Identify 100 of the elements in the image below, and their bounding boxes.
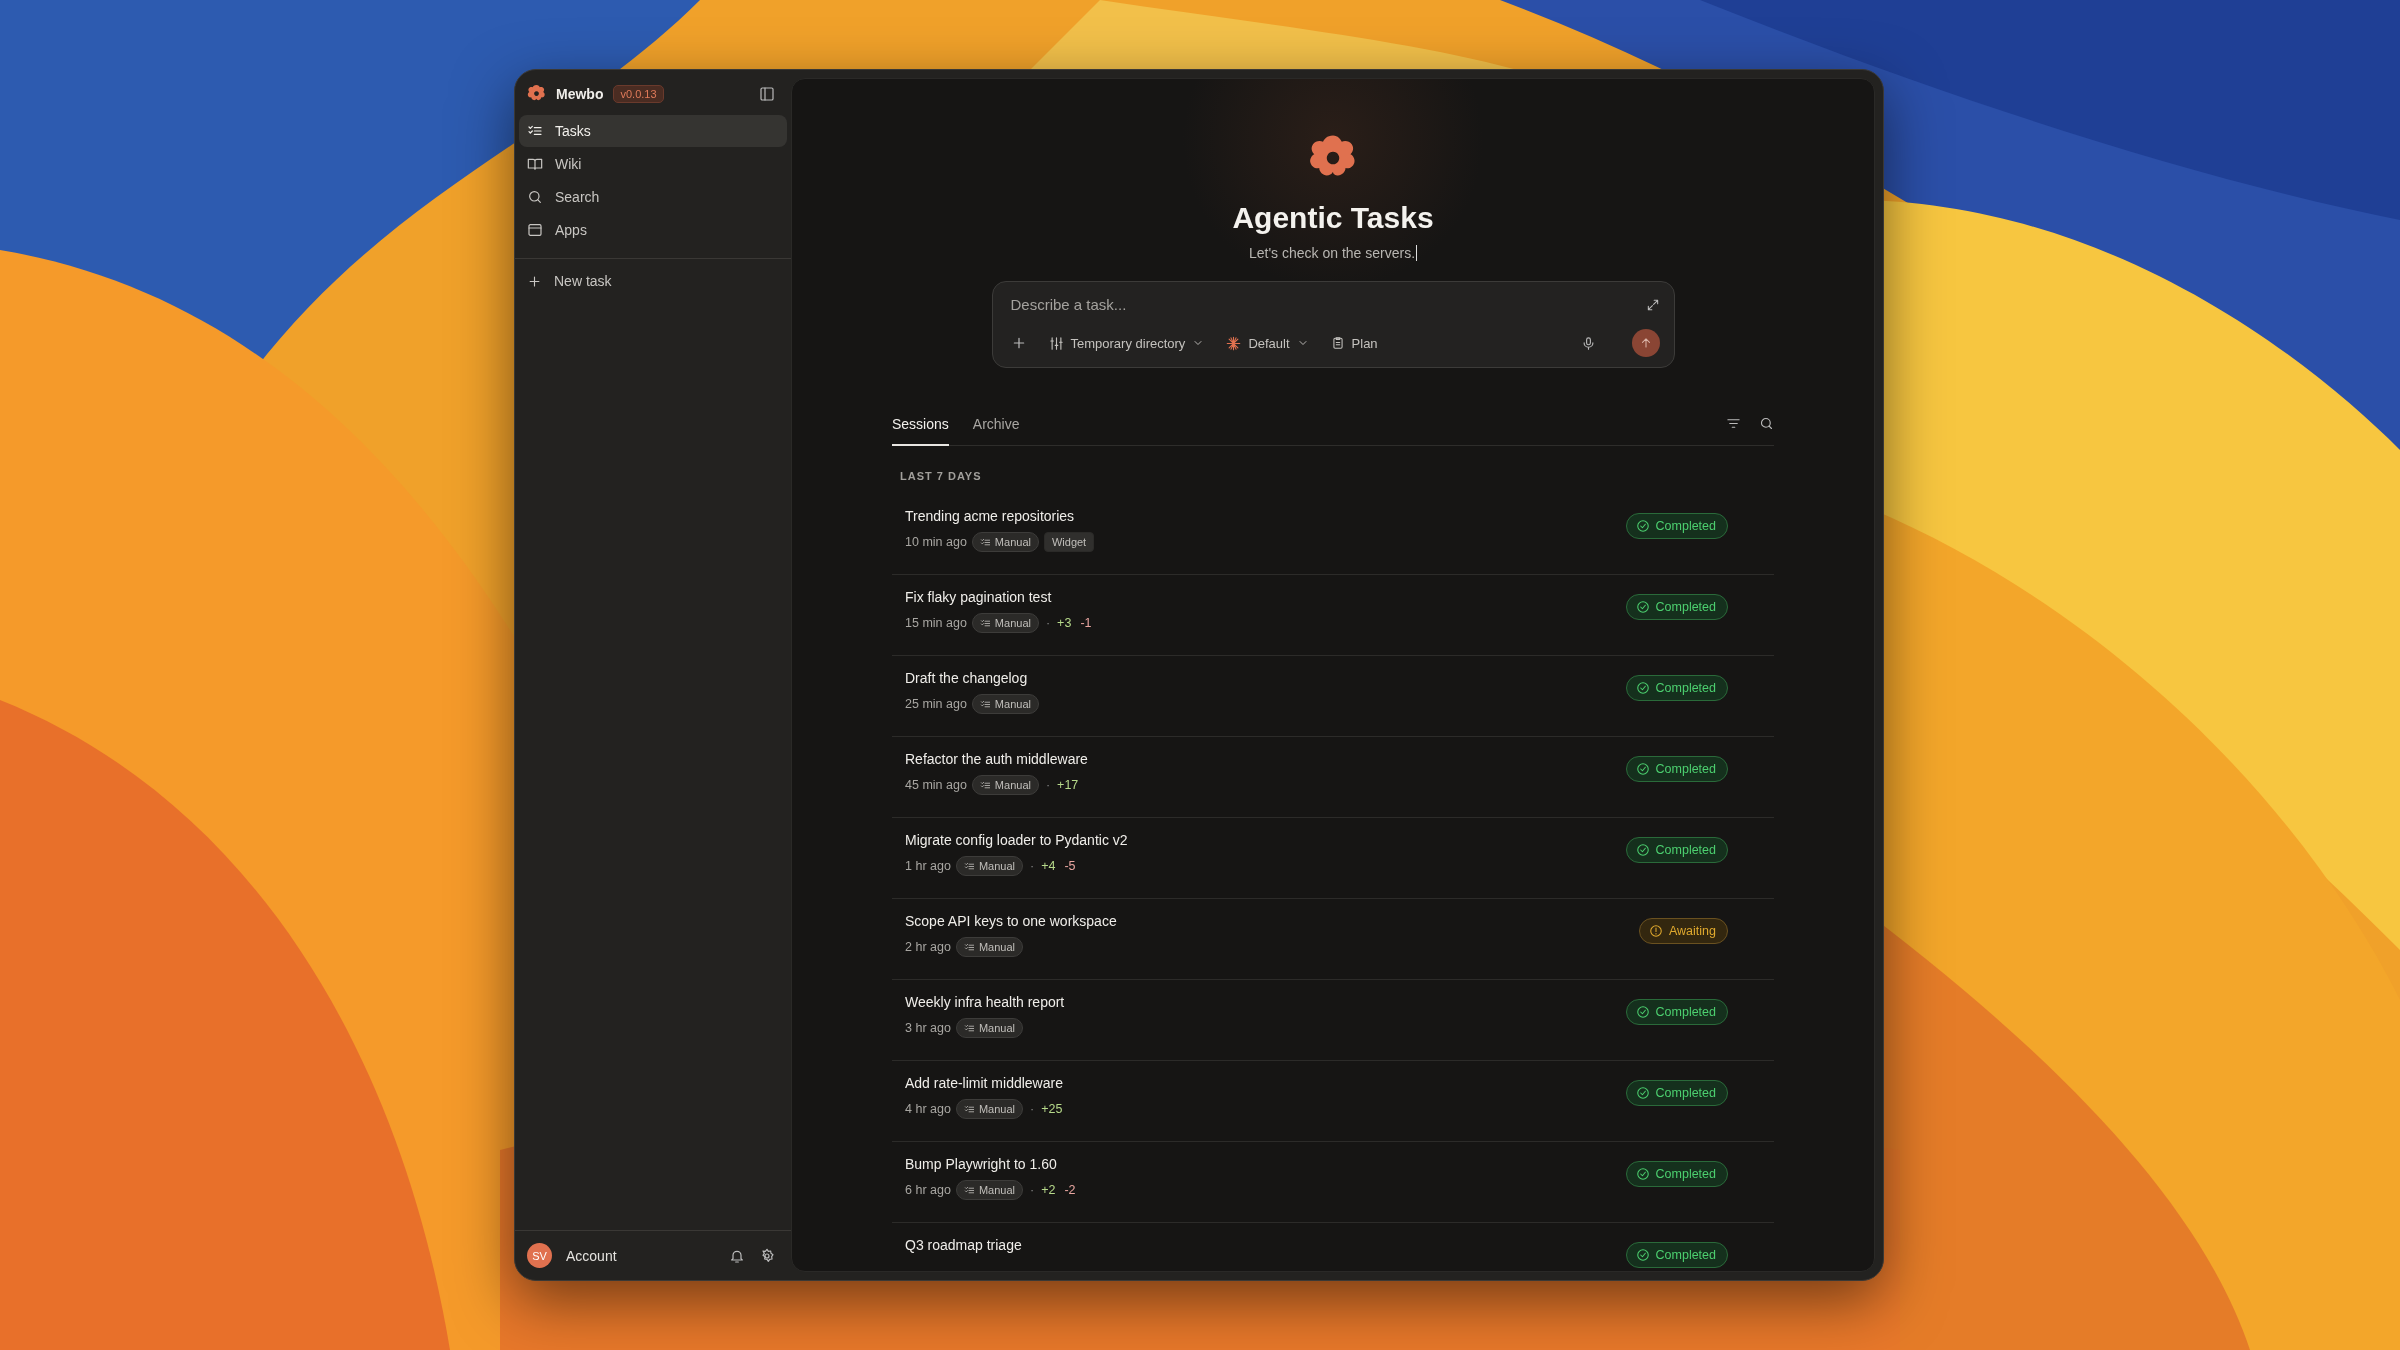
- source-tag: Manual: [955, 1180, 1023, 1200]
- status-badge: Completed: [1625, 1080, 1728, 1106]
- check-circle-icon: [1635, 1086, 1650, 1100]
- source-tag: Manual: [971, 775, 1039, 795]
- check-circle-icon: [1635, 762, 1650, 776]
- subtitle: Let's check on the servers.: [1248, 245, 1418, 261]
- plan-button[interactable]: Plan: [1330, 335, 1378, 351]
- send-button[interactable]: [1631, 329, 1660, 357]
- nav-item[interactable]: Tasks: [519, 115, 787, 147]
- session-row[interactable]: Draft the changelog 25 min ago Manual Completed: [892, 656, 1774, 737]
- starburst-icon: [1226, 335, 1242, 351]
- session-title: Migrate config loader to Pydantic v2: [905, 832, 1129, 848]
- session-row[interactable]: Add rate-limit middleware 4 hr ago Manual · +25 Completed: [892, 1061, 1774, 1142]
- separator-dot: ·: [1029, 1102, 1035, 1116]
- expand-icon[interactable]: [1645, 297, 1660, 312]
- directory-dropdown[interactable]: Temporary directory: [1048, 335, 1205, 351]
- session-row[interactable]: Weekly infra health report 3 hr ago Manual Completed: [892, 980, 1774, 1061]
- status-badge: Completed: [1625, 675, 1728, 701]
- lines-added: +25: [1041, 1102, 1063, 1116]
- source-tag: Manual: [971, 532, 1039, 552]
- source-tag: Manual: [955, 1018, 1023, 1038]
- filter-button[interactable]: [1726, 416, 1741, 431]
- session-row[interactable]: Bump Playwright to 1.60 6 hr ago Manual · +2 -2 Completed: [892, 1142, 1774, 1223]
- source-tag: Manual: [955, 1099, 1023, 1119]
- session-time: 15 min ago: [905, 616, 967, 630]
- session-time: 3 hr ago: [905, 1021, 951, 1035]
- check-circle-icon: [1635, 843, 1650, 857]
- section-heading: LAST 7 DAYS: [899, 469, 983, 484]
- separator-dot: ·: [1045, 616, 1051, 630]
- session-row[interactable]: Refactor the auth middleware 45 min ago Manual · +17 Completed: [892, 737, 1774, 818]
- source-tag: Manual: [955, 937, 1023, 957]
- separator-dot: ·: [1029, 859, 1035, 873]
- session-row[interactable]: Migrate config loader to Pydantic v2 1 hr ago Manual · +4 -5 Completed: [892, 818, 1774, 899]
- alert-circle-icon: [1648, 924, 1663, 938]
- status-badge: Completed: [1625, 1242, 1728, 1268]
- label-tag: Widget: [1043, 532, 1095, 552]
- status-badge: Completed: [1625, 999, 1728, 1025]
- session-row[interactable]: Q3 roadmap triage Completed: [892, 1223, 1774, 1271]
- checklist-icon: [963, 941, 975, 953]
- session-row[interactable]: Scope API keys to one workspace 2 hr ago Manual Awaiting: [892, 899, 1774, 980]
- task-input-box[interactable]: Describe a task... Temporary directory Default Plan: [991, 281, 1675, 368]
- checklist-icon: [979, 617, 991, 629]
- search-button[interactable]: [1759, 416, 1774, 431]
- settings-button[interactable]: [759, 1247, 775, 1264]
- account-label[interactable]: Account: [566, 1247, 715, 1264]
- search-icon: [1759, 416, 1774, 431]
- checklist-icon: [979, 698, 991, 710]
- session-time: 10 min ago: [905, 535, 967, 549]
- tab[interactable]: Archive: [972, 416, 1020, 446]
- checklist-icon: [963, 860, 975, 872]
- check-circle-icon: [1635, 1167, 1650, 1181]
- page-title: Agentic Tasks: [1232, 201, 1434, 235]
- separator-dot: ·: [1029, 1183, 1035, 1197]
- lines-removed: -1: [1080, 616, 1092, 630]
- search-icon: [527, 189, 543, 205]
- window-icon: [527, 222, 543, 238]
- filter-icon: [1726, 416, 1741, 431]
- session-title: Draft the changelog: [905, 670, 1029, 686]
- check-circle-icon: [1635, 600, 1650, 614]
- session-row[interactable]: Trending acme repositories 10 min ago Manual Widget Completed: [892, 494, 1774, 575]
- expand-arrows-icon: [1645, 297, 1660, 312]
- nav-item[interactable]: Apps: [519, 214, 787, 246]
- nav-item[interactable]: Search: [519, 181, 787, 213]
- session-time: 45 min ago: [905, 778, 967, 792]
- session-title: Bump Playwright to 1.60: [905, 1156, 1058, 1172]
- checklist-icon: [963, 1022, 975, 1034]
- status-badge: Awaiting: [1638, 918, 1728, 944]
- lines-added: +4: [1041, 859, 1056, 873]
- session-title: Fix flaky pagination test: [905, 589, 1053, 605]
- session-time: 1 hr ago: [905, 859, 951, 873]
- lines-removed: -5: [1064, 859, 1076, 873]
- source-tag: Manual: [971, 613, 1039, 633]
- check-circle-icon: [1635, 681, 1650, 695]
- source-tag: Manual: [971, 694, 1039, 714]
- session-title: Q3 roadmap triage: [905, 1237, 1023, 1253]
- checklist-icon: [963, 1103, 975, 1115]
- lines-added: +2: [1041, 1183, 1056, 1197]
- status-badge: Completed: [1625, 756, 1728, 782]
- nav-item[interactable]: Wiki: [519, 148, 787, 180]
- sidebar-toggle-icon[interactable]: [759, 85, 775, 102]
- status-badge: Completed: [1625, 513, 1728, 539]
- checklist-icon: [979, 779, 991, 791]
- clipboard-icon: [1330, 336, 1345, 350]
- status-badge: Completed: [1625, 1161, 1728, 1187]
- lines-added: +3: [1057, 616, 1072, 630]
- session-title: Refactor the auth middleware: [905, 751, 1089, 767]
- session-time: 4 hr ago: [905, 1102, 951, 1116]
- tab[interactable]: Sessions: [892, 416, 949, 446]
- model-dropdown[interactable]: Default: [1226, 335, 1309, 351]
- new-task-button[interactable]: New task: [515, 265, 791, 297]
- source-tag: Manual: [955, 856, 1023, 876]
- check-circle-icon: [1635, 1248, 1650, 1262]
- lines-added: +17: [1057, 778, 1079, 792]
- session-time: 6 hr ago: [905, 1183, 951, 1197]
- separator-dot: ·: [1045, 778, 1051, 792]
- checklist-icon: [963, 1184, 975, 1196]
- session-time: 2 hr ago: [905, 940, 951, 954]
- app-name: Mewbo: [556, 85, 604, 102]
- sliders-icon: [1048, 335, 1064, 351]
- session-row[interactable]: Fix flaky pagination test 15 min ago Manual · +3 -1 Completed: [892, 575, 1774, 656]
